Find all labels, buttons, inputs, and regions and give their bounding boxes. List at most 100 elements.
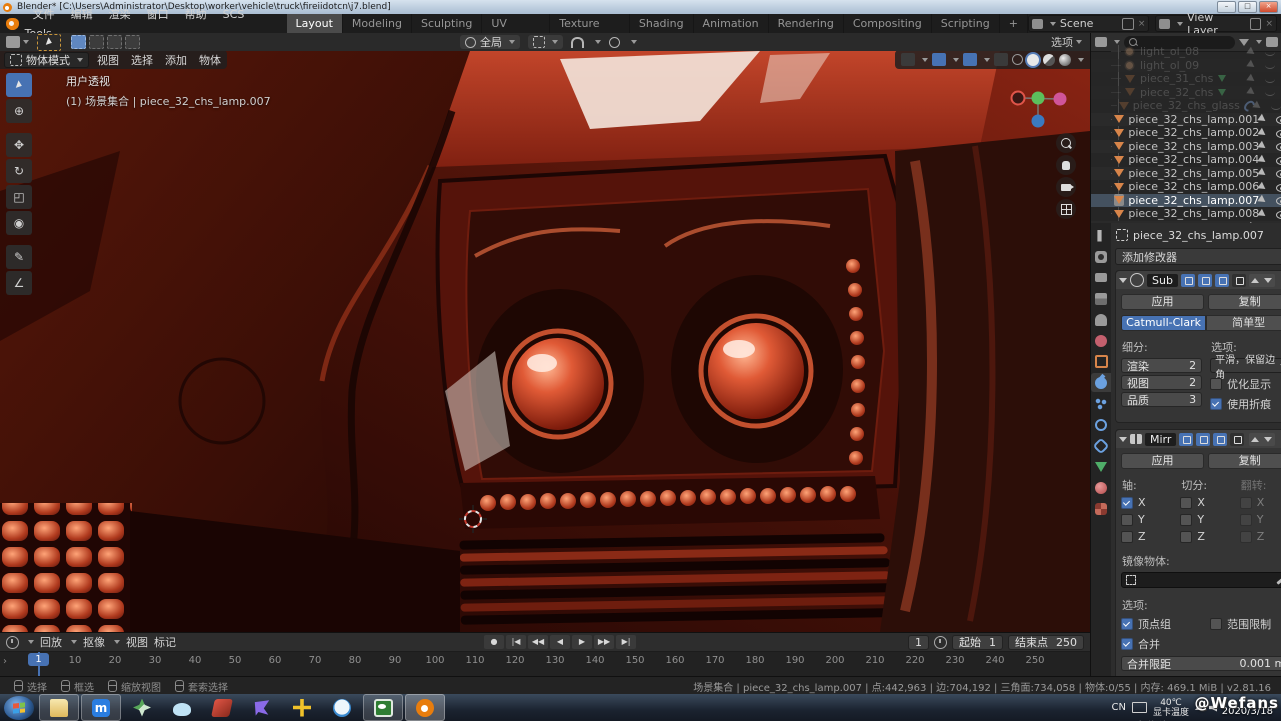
frame-end-field[interactable]: 结束点250: [1008, 635, 1084, 650]
active-tool-button[interactable]: [37, 34, 61, 51]
zoom-button[interactable]: [1056, 133, 1076, 153]
properties-tab[interactable]: [1091, 289, 1111, 308]
properties-tab[interactable]: [1091, 247, 1111, 266]
snap-dropdown[interactable]: [595, 40, 601, 44]
move-up-button[interactable]: [1249, 274, 1262, 287]
properties-tab[interactable]: [1091, 415, 1111, 434]
uv-smooth-dropdown[interactable]: 平滑，保留边角: [1210, 358, 1281, 373]
tool-select-box[interactable]: [6, 73, 32, 97]
flip-x-checkbox[interactable]: [1240, 497, 1252, 509]
playback-button[interactable]: ●: [484, 635, 504, 649]
visibility-eye-icon[interactable]: [1264, 86, 1277, 98]
playback-button[interactable]: ◀◀: [528, 635, 548, 649]
outliner-row[interactable]: piece_32_chs_lamp.008: [1091, 207, 1281, 221]
taskbar-app-button[interactable]: [203, 695, 241, 720]
overlays-dropdown[interactable]: [963, 53, 977, 66]
properties-tab[interactable]: [1091, 331, 1111, 350]
taskbar-app-button[interactable]: [39, 694, 79, 721]
workspace-tab[interactable]: Texture Paint: [550, 14, 630, 33]
visibility-eye-icon[interactable]: [1275, 154, 1277, 166]
marker-menu[interactable]: 标记: [154, 634, 176, 650]
tool-options-dropdown[interactable]: 选项: [1051, 34, 1082, 50]
toggle-editmode-icon[interactable]: [1213, 433, 1227, 446]
viewport-canvas[interactable]: [0, 51, 1090, 632]
properties-tab[interactable]: [1091, 268, 1111, 287]
scene-selector[interactable]: Scene ×: [1028, 15, 1150, 32]
close-button[interactable]: ×: [1259, 1, 1278, 13]
taskbar-app-button[interactable]: [323, 695, 361, 720]
properties-tab[interactable]: [1091, 352, 1111, 371]
blender-logo-icon[interactable]: [6, 18, 19, 30]
simple-button[interactable]: 简单型: [1206, 315, 1281, 331]
visibility-eye-icon[interactable]: [1264, 73, 1277, 85]
properties-tab[interactable]: [1091, 394, 1111, 413]
timeline-editor-icon[interactable]: [6, 636, 19, 649]
mode-dropdown[interactable]: 物体模式: [4, 52, 89, 68]
menu-item[interactable]: 渲染: [101, 8, 139, 21]
toggle-render-icon[interactable]: [1179, 433, 1193, 446]
outliner-row[interactable]: piece_32_chs: [1091, 86, 1281, 100]
snap-toggle[interactable]: [571, 37, 584, 48]
keyboard-icon[interactable]: [1132, 702, 1147, 713]
shading-dropdown[interactable]: [1078, 58, 1084, 62]
properties-tab[interactable]: [1091, 310, 1111, 329]
workspace-tab[interactable]: Rendering: [769, 14, 844, 33]
remove-view-layer-icon[interactable]: ×: [1265, 19, 1273, 29]
keys-menu[interactable]: 抠像: [83, 634, 105, 650]
toggle-cage-icon[interactable]: [1232, 274, 1246, 287]
current-frame-field[interactable]: 1: [908, 635, 929, 650]
visibility-eye-icon[interactable]: [1270, 100, 1278, 112]
bisect-x-checkbox[interactable]: [1180, 497, 1192, 509]
visibility-eye-icon[interactable]: [1275, 127, 1277, 139]
menu-item[interactable]: 编辑: [63, 8, 101, 21]
workspace-tab[interactable]: Shading: [630, 14, 694, 33]
menu-item[interactable]: 窗口: [139, 8, 177, 21]
modifier-name-field[interactable]: Sub: [1147, 274, 1178, 287]
mirror-object-field[interactable]: [1121, 572, 1281, 588]
use-preview-range-icon[interactable]: [934, 636, 947, 649]
apply-button[interactable]: 应用: [1121, 453, 1204, 469]
playback-button[interactable]: ▶|: [616, 635, 636, 649]
select-circle-button[interactable]: [107, 35, 122, 49]
expand-icon[interactable]: [1119, 278, 1127, 283]
move-up-button[interactable]: [1249, 433, 1262, 446]
viewport-menu-item[interactable]: 视图: [97, 52, 119, 68]
bisect-z-checkbox[interactable]: [1180, 531, 1192, 543]
subsurf-header[interactable]: Sub ×: [1116, 271, 1281, 289]
viewport-menu-item[interactable]: 选择: [131, 52, 153, 68]
tool-measure[interactable]: ∠: [6, 271, 32, 295]
taskbar-app-button[interactable]: [163, 695, 201, 720]
select-box-button[interactable]: [89, 35, 104, 49]
vertex-groups-checkbox[interactable]: [1121, 618, 1133, 630]
xray-toggle[interactable]: [994, 53, 1008, 66]
toggle-render-icon[interactable]: [1181, 274, 1195, 287]
selectable-icon[interactable]: [1246, 87, 1256, 98]
tool-rotate[interactable]: ↻: [6, 159, 32, 183]
visibility-eye-icon[interactable]: [1275, 194, 1277, 206]
eyedropper-icon[interactable]: [1277, 576, 1281, 584]
outliner-row[interactable]: piece_32_chs_lamp.006: [1091, 180, 1281, 194]
tool-scale[interactable]: ◰: [6, 185, 32, 209]
navigation-gizmo[interactable]: [1008, 81, 1072, 140]
properties-tab[interactable]: [1091, 457, 1111, 476]
catmull-clark-button[interactable]: Catmull-Clark: [1121, 315, 1206, 331]
visibility-eye-icon[interactable]: [1275, 140, 1277, 152]
taskbar-app-button[interactable]: [283, 695, 321, 720]
apply-button[interactable]: 应用: [1121, 294, 1204, 310]
shading-material-button[interactable]: [1043, 54, 1055, 66]
visibility-eye-icon[interactable]: [1264, 46, 1277, 58]
editor-type-icon[interactable]: [6, 36, 20, 48]
taskbar-app-button[interactable]: [243, 695, 281, 720]
workspace-tab[interactable]: Layout: [287, 14, 343, 33]
selectable-icon[interactable]: [1246, 46, 1256, 57]
use-creases-checkbox[interactable]: [1210, 398, 1222, 410]
viewport-menu-item[interactable]: 物体: [199, 52, 221, 68]
shading-solid-button[interactable]: [1027, 54, 1039, 66]
copy-button[interactable]: 复制: [1208, 294, 1281, 310]
workspace-tab[interactable]: Animation: [694, 14, 769, 33]
playback-menu[interactable]: 回放: [40, 634, 62, 650]
optimal-display-checkbox[interactable]: [1210, 378, 1222, 390]
visibility-eye-icon[interactable]: [1275, 208, 1277, 220]
gizmos-dropdown[interactable]: [932, 53, 946, 66]
viewport-3d[interactable]: 物体模式 视图选择添加物体 ⊕ ✥ ↻ ◰ ◉: [0, 51, 1090, 632]
